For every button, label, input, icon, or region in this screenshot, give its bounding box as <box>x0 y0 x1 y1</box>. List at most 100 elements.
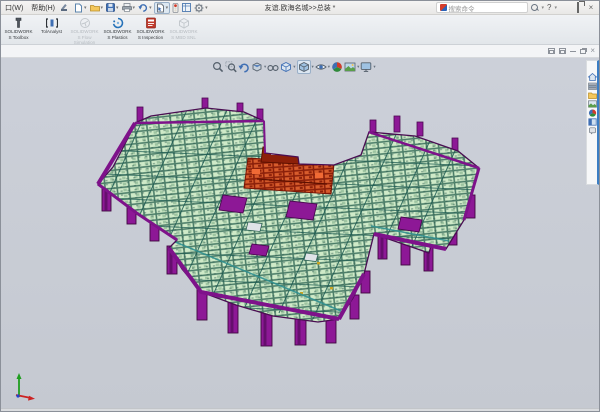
monitor-icon <box>360 61 372 73</box>
task-pane-tab-strip <box>586 60 599 185</box>
plastics-icon <box>112 16 124 29</box>
chevron-down-icon: ▾ <box>357 64 359 70</box>
status-bar <box>1 408 599 412</box>
ribbon-item-mbd-snl: SOLIDWORKS MBD SNL <box>168 16 199 40</box>
custom-properties-tab[interactable] <box>588 118 597 125</box>
document-restore-icon[interactable] <box>548 48 555 54</box>
ribbon-label: SOLIDWORKS MBD SNL <box>168 29 199 40</box>
print-button[interactable]: ▾ <box>121 2 137 14</box>
solidworks-resources-home-tab[interactable] <box>588 73 597 80</box>
properties-grid-icon <box>182 3 191 12</box>
hide-show-items-button[interactable] <box>315 61 327 73</box>
display-style-icon <box>298 61 310 73</box>
document-minimize-button[interactable] <box>570 51 576 52</box>
zoom-to-area-button[interactable] <box>225 61 237 73</box>
flow-simulation-icon <box>79 16 91 29</box>
chevron-down-icon: ▾ <box>312 64 314 70</box>
chevron-down-icon: ▾ <box>328 64 330 70</box>
previous-view-icon <box>238 61 250 73</box>
chevron-down-icon: ▾ <box>133 5 136 11</box>
new-document-button[interactable]: ▾ <box>73 2 88 14</box>
previous-view-button[interactable] <box>238 61 250 73</box>
zoom-to-fit-button[interactable] <box>212 61 224 73</box>
help-button[interactable]: ? <box>547 3 551 12</box>
rebuild-button[interactable] <box>171 2 180 14</box>
chevron-down-icon: ▾ <box>205 5 208 11</box>
appearance-ball-icon <box>331 61 343 73</box>
zoom-to-area-icon <box>225 61 237 73</box>
file-explorer-tab[interactable] <box>588 91 597 98</box>
menu-help[interactable]: 帮助(H) <box>30 3 56 13</box>
solidworks-search-icon <box>440 4 447 11</box>
annotation-glasses-icon <box>267 61 279 73</box>
toolbox-bolt-icon <box>13 16 24 29</box>
document-new-window-icon[interactable] <box>559 48 566 54</box>
undo-arrow-icon <box>138 3 148 12</box>
section-view-button[interactable] <box>251 61 263 73</box>
eye-icon <box>315 61 327 73</box>
commandmanager-ribbon: SOLIDWORKS Toolbox TolAnalyst SOLIDWORKS… <box>1 15 599 45</box>
view-palette-tab[interactable] <box>588 100 597 107</box>
open-folder-icon <box>90 3 100 12</box>
edit-appearance-button[interactable] <box>331 61 343 73</box>
ribbon-item-flow-simulation: SOLIDWORKS Flow Simulation <box>69 16 100 46</box>
save-disk-icon <box>106 3 115 12</box>
appearances-scenes-tab[interactable] <box>588 109 597 116</box>
ribbon-label: TolAnalyst <box>41 29 62 35</box>
ribbon-item-plastics[interactable]: SOLIDWORKS Plastics <box>102 16 133 40</box>
close-button[interactable]: × <box>586 3 596 13</box>
dynamic-annotation-views-button[interactable] <box>267 61 279 73</box>
3d-model-canvas[interactable] <box>1 58 600 408</box>
chevron-down-icon: ▾ <box>116 5 119 11</box>
mbd-snl-icon <box>178 16 190 29</box>
chevron-down-icon: ▾ <box>84 5 87 11</box>
search-placeholder: 搜索命令 <box>449 3 475 13</box>
file-properties-button[interactable] <box>181 2 192 14</box>
traffic-light-icon <box>172 3 179 13</box>
chevron-down-icon: ▾ <box>373 64 375 70</box>
document-close-button[interactable]: × <box>590 47 595 55</box>
undo-button[interactable]: ▾ <box>137 2 153 14</box>
view-settings-button[interactable] <box>360 61 372 73</box>
view-orientation-button[interactable] <box>280 61 292 73</box>
selection-filter-button[interactable]: ▾ <box>154 2 171 14</box>
design-library-tab[interactable] <box>588 82 597 89</box>
graphics-area[interactable]: ▾ ▾ ▾ ▾ ▾ ▾ <box>1 58 599 408</box>
quick-access-toolbar: ▾ ▾ ▾ ▾ ▾ ▾ ▾ <box>73 2 209 14</box>
apply-scene-button[interactable] <box>344 61 356 73</box>
title-bar: 口(W) 帮助(H) ▾ ▾ ▾ ▾ ▾ ▾ <box>1 1 599 15</box>
menu-bar: 口(W) 帮助(H) <box>4 3 56 13</box>
chevron-down-icon: ▾ <box>166 5 169 11</box>
display-style-button[interactable] <box>297 60 311 74</box>
restore-icon <box>577 2 579 13</box>
gear-icon <box>194 3 204 13</box>
solidworks-forum-tab[interactable] <box>588 127 597 134</box>
ribbon-label: SOLIDWORKS Plastics <box>102 29 133 40</box>
save-button[interactable]: ▾ <box>105 2 120 14</box>
chevron-down-icon: ▾ <box>293 64 295 70</box>
help-caret[interactable]: ▾ <box>554 5 557 11</box>
commandmanager-tab-strip: × <box>1 45 599 58</box>
ribbon-item-tolanalyst[interactable]: TolAnalyst <box>36 16 67 35</box>
open-document-button[interactable]: ▾ <box>89 2 105 14</box>
options-button[interactable]: ▾ <box>193 2 209 14</box>
search-magnifier-icon[interactable] <box>531 4 539 12</box>
pin-menu-icon[interactable] <box>60 4 68 12</box>
printer-icon <box>122 3 132 12</box>
menu-window[interactable]: 口(W) <box>4 3 24 13</box>
minimize-button[interactable] <box>560 3 570 13</box>
new-document-icon <box>74 3 83 13</box>
command-search-box[interactable]: 搜索命令 <box>436 2 528 13</box>
ribbon-item-toolbox[interactable]: SOLIDWORKS Toolbox <box>3 16 34 40</box>
search-options-caret[interactable]: ▾ <box>542 5 545 11</box>
restore-button[interactable] <box>573 3 583 13</box>
ribbon-item-inspection[interactable]: SOLIDWORKS Inspection <box>135 16 166 40</box>
ribbon-label: SOLIDWORKS Toolbox <box>3 29 34 40</box>
scene-icon <box>344 61 356 73</box>
view-cube-icon <box>280 61 292 73</box>
document-restore-button[interactable] <box>580 49 586 54</box>
selection-page-icon <box>156 3 165 13</box>
ribbon-label: SOLIDWORKS Inspection <box>135 29 166 40</box>
section-view-icon <box>251 61 263 73</box>
tolanalyst-icon <box>46 16 58 29</box>
